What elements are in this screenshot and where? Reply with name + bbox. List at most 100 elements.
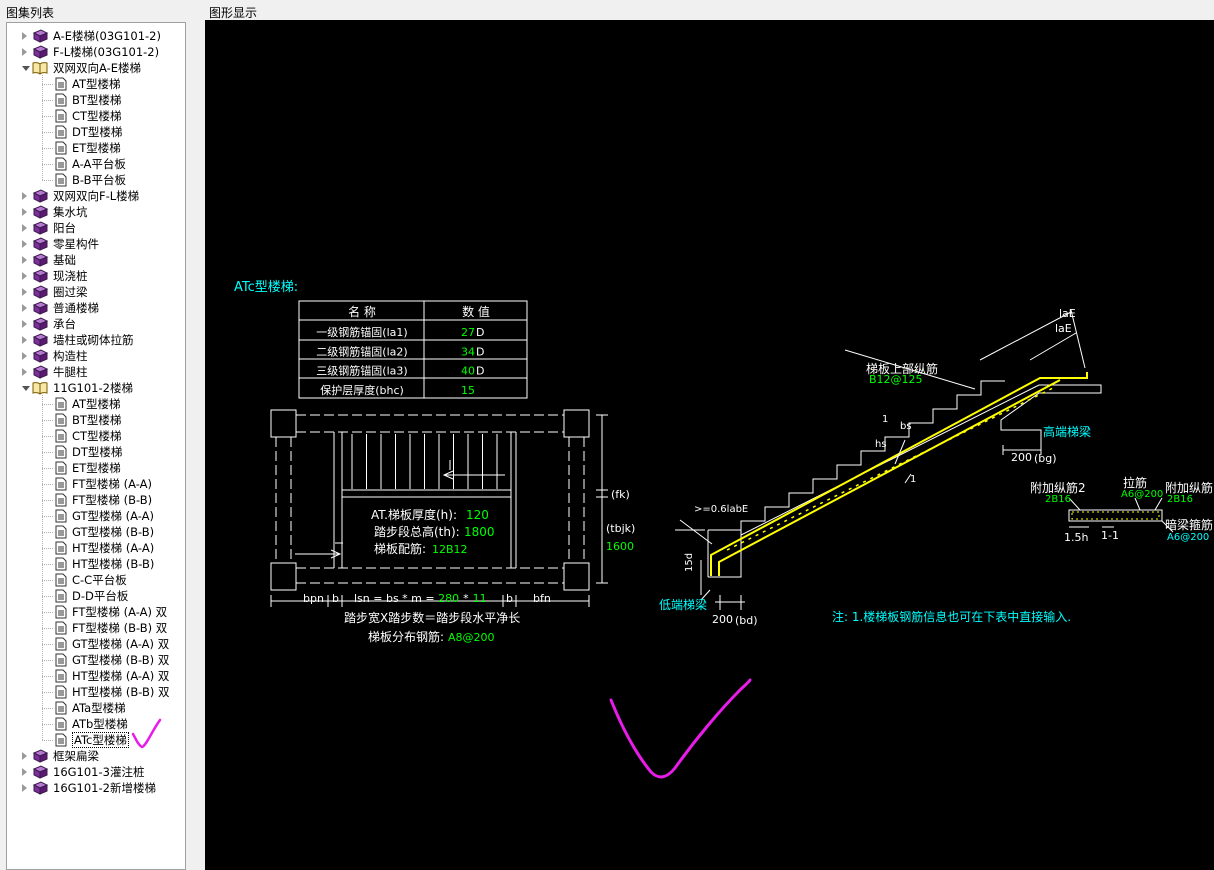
tree-leaf-item[interactable]: CT型楼梯 (7, 428, 185, 444)
book-icon (32, 333, 49, 347)
tree-leaf-item[interactable]: FT型楼梯 (B-B) (7, 492, 185, 508)
tree-leaf-item[interactable]: BT型楼梯 (7, 92, 185, 108)
tree-leaf-item[interactable]: FT型楼梯 (A-A) (7, 476, 185, 492)
tree-group-item[interactable]: 现浇桩 (7, 268, 185, 284)
document-icon (54, 445, 70, 459)
drawing-canvas[interactable]: ATc型楼梯: 名 称数 值一级钢筋锚固(la1) 27 D 二级钢筋锚固(la2) 3… (205, 20, 1214, 870)
plan-width-value: 1600 (606, 540, 634, 553)
tree-leaf-item[interactable]: HT型楼梯 (A-A) 双 (7, 668, 185, 684)
collapsed-arrow-icon[interactable] (22, 304, 27, 312)
plan-rebar-label: 梯板配筋: (374, 541, 426, 556)
collapsed-arrow-icon[interactable] (22, 48, 27, 56)
tree-leaf-item[interactable]: AT型楼梯 (7, 396, 185, 412)
tree-item-label: FT型楼梯 (B-B) (72, 493, 153, 507)
collapsed-arrow-icon[interactable] (22, 784, 27, 792)
tree-item-label: D-D平台板 (72, 589, 129, 603)
document-icon (54, 93, 70, 107)
collapsed-arrow-icon[interactable] (22, 272, 27, 280)
high-beam-bg: (bg) (1034, 452, 1057, 465)
expanded-arrow-icon[interactable] (22, 66, 30, 71)
tree-group-item[interactable]: 墙柱或砌体拉筋 (7, 332, 185, 348)
collapsed-arrow-icon[interactable] (22, 32, 27, 40)
tree-item-label: 框架扁梁 (53, 749, 99, 763)
tree-leaf-item[interactable]: A-A平台板 (7, 156, 185, 172)
table-cell-unit: D (476, 326, 484, 339)
document-icon (54, 605, 70, 619)
tree-group-item[interactable]: 承台 (7, 316, 185, 332)
tree-group-item[interactable]: 构造柱 (7, 348, 185, 364)
tree-leaf-item[interactable]: FT型楼梯 (B-B) 双 (7, 620, 185, 636)
collapsed-arrow-icon[interactable] (22, 256, 27, 264)
tree-item-label: A-E楼梯(03G101-2) (53, 29, 161, 43)
app-window: 图集列表 图形显示 A-E楼梯(03G101-2) F-L楼梯(03G101-2)… (0, 0, 1214, 870)
tree-group-item[interactable]: A-E楼梯(03G101-2) (7, 28, 185, 44)
document-icon (54, 413, 70, 427)
tie-label: 拉筋 (1123, 475, 1147, 490)
tree-leaf-item[interactable]: FT型楼梯 (A-A) 双 (7, 604, 185, 620)
tree-leaf-item[interactable]: GT型楼梯 (A-A) 双 (7, 636, 185, 652)
tree-group-item[interactable]: 牛腿柱 (7, 364, 185, 380)
low-beam-bd: (bd) (735, 614, 758, 627)
tree-group-item[interactable]: 阳台 (7, 220, 185, 236)
tree-leaf-item[interactable]: DT型楼梯 (7, 444, 185, 460)
tree-group-item[interactable]: 双网双向A-E楼梯 (7, 60, 185, 76)
tree-leaf-item[interactable]: GT型楼梯 (A-A) (7, 508, 185, 524)
section-bs: bs (900, 421, 912, 432)
collapsed-arrow-icon[interactable] (22, 208, 27, 216)
tree-group-item[interactable]: 零星构件 (7, 236, 185, 252)
tree-item-label: HT型楼梯 (A-A) 双 (72, 669, 170, 683)
tree-group-item[interactable]: 16G101-2新增楼梯 (7, 780, 185, 796)
collapsed-arrow-icon[interactable] (22, 288, 27, 296)
tree-item-label: 16G101-2新增楼梯 (53, 781, 156, 795)
tree-leaf-item[interactable]: GT型楼梯 (B-B) (7, 524, 185, 540)
tree-leaf-item[interactable]: CT型楼梯 (7, 108, 185, 124)
document-icon (54, 77, 70, 91)
section-1-1-detail (1068, 497, 1174, 533)
tree-group-item[interactable]: 基础 (7, 252, 185, 268)
expanded-arrow-icon[interactable] (22, 386, 30, 391)
collapsed-arrow-icon[interactable] (22, 768, 27, 776)
collapsed-arrow-icon[interactable] (22, 240, 27, 248)
tree-leaf-item[interactable]: C-C平台板 (7, 572, 185, 588)
tree-group-item[interactable]: 双网双向F-L楼梯 (7, 188, 185, 204)
tree-leaf-item[interactable]: GT型楼梯 (B-B) 双 (7, 652, 185, 668)
tree-group-item[interactable]: F-L楼梯(03G101-2) (7, 44, 185, 60)
table-header-name: 名 称 (348, 304, 376, 319)
tree-item-label: CT型楼梯 (72, 429, 122, 443)
detail-section-label: 1-1 (1101, 529, 1119, 542)
document-icon (54, 397, 70, 411)
collapsed-arrow-icon[interactable] (22, 368, 27, 376)
document-icon (54, 589, 70, 603)
tree-leaf-item[interactable]: D-D平台板 (7, 588, 185, 604)
collapsed-arrow-icon[interactable] (22, 192, 27, 200)
tree-leaf-item[interactable]: ET型楼梯 (7, 140, 185, 156)
high-beam-width: 200 (1011, 451, 1032, 464)
dim-bfn: bfn (533, 592, 551, 605)
collapsed-arrow-icon[interactable] (22, 336, 27, 344)
tree-leaf-item[interactable]: B-B平台板 (7, 172, 185, 188)
collapsed-arrow-icon[interactable] (22, 352, 27, 360)
collapsed-arrow-icon[interactable] (22, 752, 27, 760)
tree-leaf-item[interactable]: HT型楼梯 (B-B) (7, 556, 185, 572)
tree-group-item[interactable]: 圈过梁 (7, 284, 185, 300)
tree-leaf-item[interactable]: AT型楼梯 (7, 76, 185, 92)
tree-leaf-item[interactable]: HT型楼梯 (A-A) (7, 540, 185, 556)
tree-leaf-item[interactable]: HT型楼梯 (B-B) 双 (7, 684, 185, 700)
table-cell-name: 一级钢筋锚固(la1) (316, 325, 407, 339)
tree-item-label: AT型楼梯 (72, 77, 121, 91)
table-cell-value: 40 (461, 365, 475, 378)
tree-group-item[interactable]: 普通楼梯 (7, 300, 185, 316)
tree-group-item[interactable]: 集水坑 (7, 204, 185, 220)
tree-leaf-item[interactable]: ATa型楼梯 (7, 700, 185, 716)
tree-leaf-item[interactable]: ET型楼梯 (7, 460, 185, 476)
document-icon (54, 669, 70, 683)
collapsed-arrow-icon[interactable] (22, 224, 27, 232)
low-beam-width: 200 (712, 613, 733, 626)
collapsed-arrow-icon[interactable] (22, 320, 27, 328)
tree-group-item[interactable]: 11G101-2楼梯 (7, 380, 185, 396)
book-icon (32, 765, 49, 779)
tree-group-item[interactable]: 16G101-3灌注桩 (7, 764, 185, 780)
tree-leaf-item[interactable]: BT型楼梯 (7, 412, 185, 428)
tree-item-label: ATa型楼梯 (72, 701, 126, 715)
tree-leaf-item[interactable]: DT型楼梯 (7, 124, 185, 140)
